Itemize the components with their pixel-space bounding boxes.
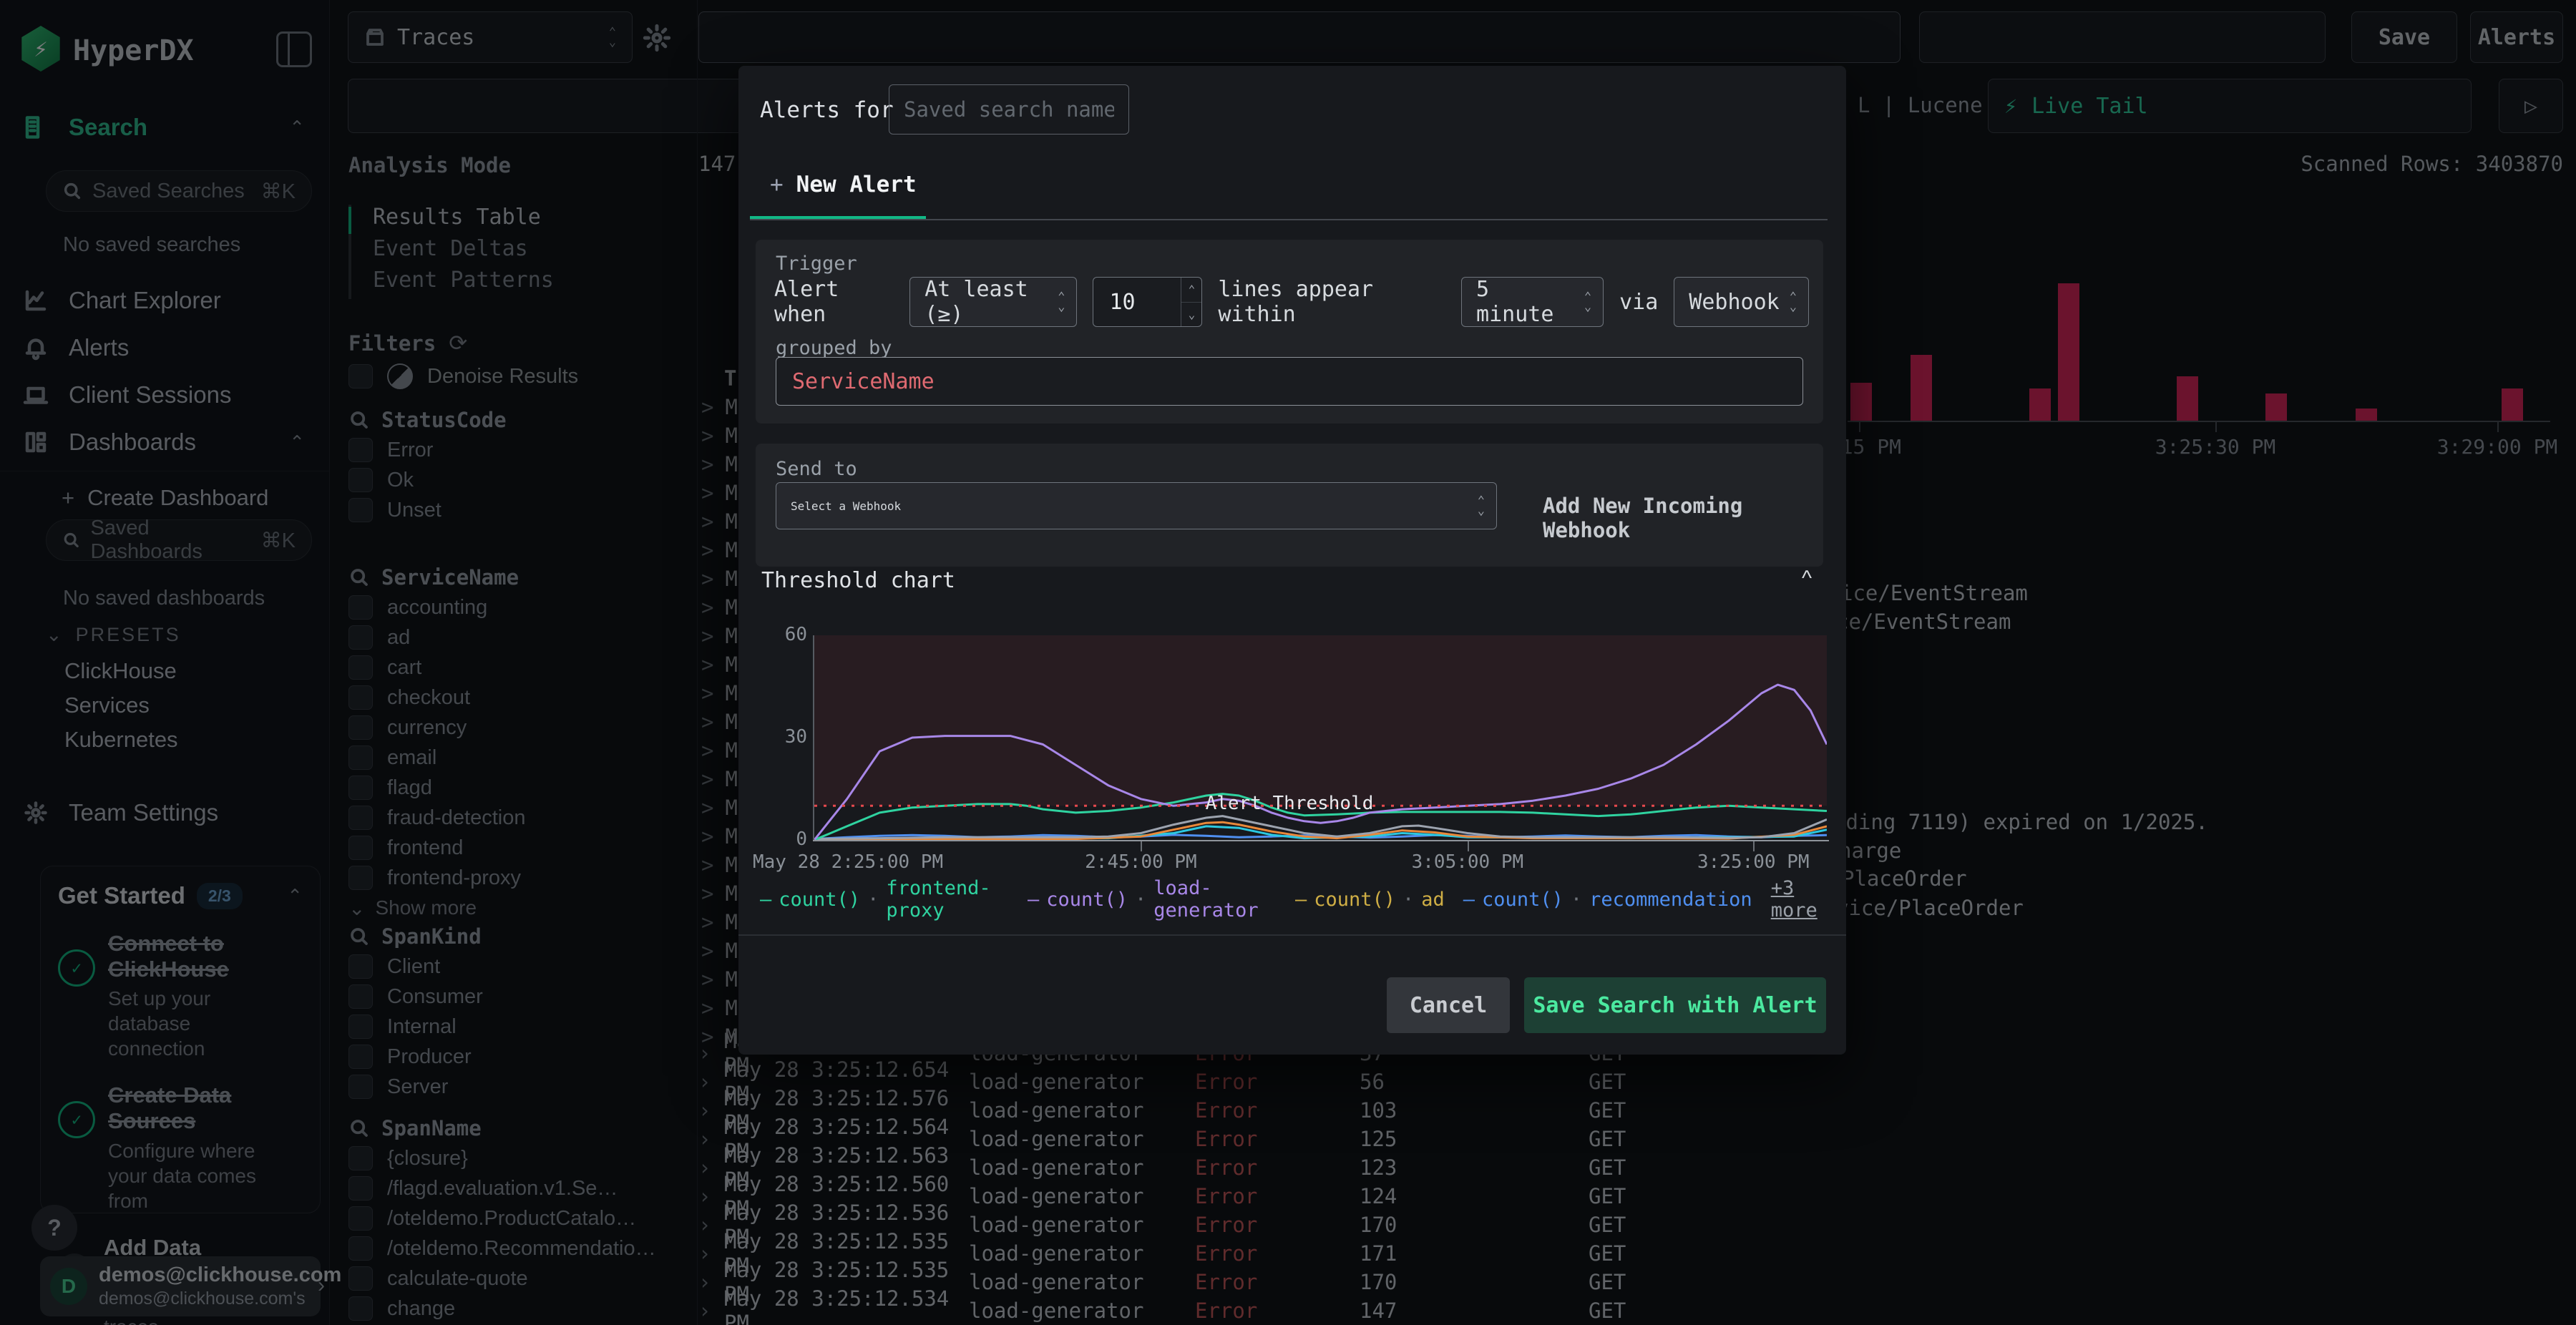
legend-item[interactable]: — count() · recommendation: [1463, 877, 1752, 921]
number-spinner[interactable]: ⌃ ⌄: [1181, 278, 1202, 326]
save-search-with-alert-button[interactable]: Save Search with Alert: [1524, 977, 1826, 1033]
add-webhook-button[interactable]: Add New Incoming Webhook: [1543, 494, 1823, 542]
chart-x-axis: [813, 840, 1829, 841]
x-axis-label: 3:05:00 PM: [1411, 851, 1524, 873]
hyperdx-app: Traces ⌃⌄ Save Alerts L | Lucene ⚡ Live …: [0, 0, 2576, 1325]
x-axis-tick: [1753, 841, 1755, 851]
chevron-updown-icon: ⌃⌄: [1584, 290, 1592, 314]
send-to-section: Send to Select a Webhook ⌃ ⌄ Add New Inco…: [756, 444, 1823, 567]
x-axis-tick: [1141, 841, 1143, 851]
plus-icon: +: [770, 172, 784, 197]
chevron-updown-icon: ⌃⌄: [1789, 290, 1797, 314]
saved-search-name-input[interactable]: [889, 84, 1129, 135]
alert-when-label: Alert when: [774, 277, 839, 327]
threshold-chart-label: Threshold chart: [761, 568, 955, 593]
chevron-updown-icon: ⌃⌄: [1477, 494, 1485, 518]
legend-item[interactable]: — count() · load-generator: [1028, 877, 1277, 921]
create-alert-modal: Alerts for + New Alert Trigger Alert whe…: [738, 66, 1846, 1055]
chart-y-axis: [813, 635, 814, 841]
collapse-chart-icon[interactable]: ^: [1802, 567, 1812, 591]
divider: [738, 934, 1846, 936]
chevron-updown-icon: ⌃⌄: [1058, 290, 1065, 314]
x-axis-label: 2:45:00 PM: [1085, 851, 1197, 873]
threshold-number-input[interactable]: ⌃⌄: [1093, 277, 1203, 327]
trigger-label: Trigger: [776, 253, 857, 275]
grouped-by-input[interactable]: ServiceName: [776, 357, 1803, 406]
y-axis-tick: 60: [784, 624, 807, 645]
channel-select[interactable]: Webhook ⌃ ⌄: [1674, 277, 1809, 327]
tab-divider: [750, 219, 1828, 220]
legend-item[interactable]: — count() · ad: [1295, 877, 1445, 921]
cancel-button[interactable]: Cancel: [1387, 977, 1510, 1033]
x-axis-label: 3:25:00 PM: [1697, 851, 1810, 873]
x-axis-label: May 28 2:25:00 PM: [753, 851, 944, 873]
y-axis-tick: 30: [784, 726, 807, 748]
y-axis-tick: 0: [796, 828, 807, 850]
chart-legend: — count() · frontend-proxy — count() · load-ge…: [760, 877, 1846, 921]
lines-within-label: lines appear within: [1218, 277, 1374, 327]
legend-item[interactable]: — count() · frontend-proxy: [760, 877, 1009, 921]
legend-more-button[interactable]: +3 more: [1771, 877, 1846, 921]
webhook-select[interactable]: Select a Webhook ⌃ ⌄: [776, 482, 1497, 529]
alert-threshold-label: Alert Threshold: [1205, 793, 1374, 814]
grouped-by-label: grouped by: [776, 337, 892, 359]
alerts-for-label: Alerts for: [760, 97, 894, 123]
send-to-label: Send to: [776, 458, 857, 480]
interval-select[interactable]: 5 minute ⌃ ⌄: [1461, 277, 1604, 327]
trigger-section: Trigger Alert when At least (≥) ⌃⌄ ⌃⌄ li…: [756, 240, 1823, 424]
x-axis-tick: [1467, 841, 1469, 851]
via-label: via: [1619, 289, 1659, 315]
condition-select[interactable]: At least (≥) ⌃ ⌄: [909, 277, 1078, 327]
tab-new-alert[interactable]: + New Alert: [770, 172, 917, 197]
